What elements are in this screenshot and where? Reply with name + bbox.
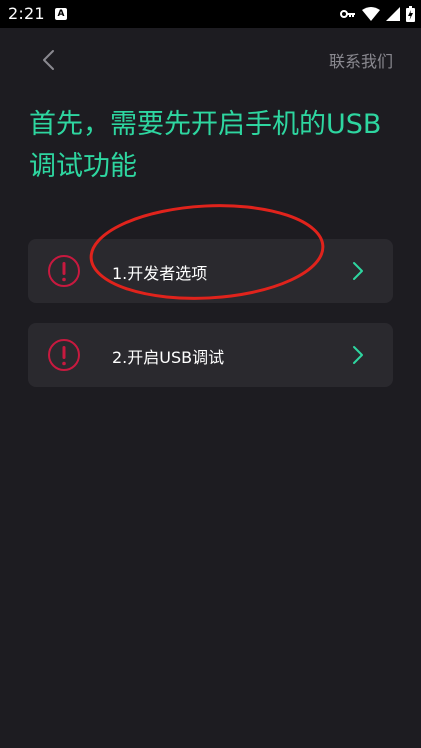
battery-icon	[406, 6, 415, 22]
back-button[interactable]	[34, 44, 64, 76]
step-developer-options[interactable]: 1.开发者选项	[28, 239, 393, 303]
key-icon	[340, 10, 355, 18]
alert-icon	[48, 339, 80, 371]
step-enable-usb-debugging[interactable]: 2.开启USB调试	[28, 323, 393, 387]
page-title: 首先，需要先开启手机的USB调试功能	[29, 109, 382, 182]
wifi-icon	[362, 7, 380, 21]
alert-icon	[48, 255, 80, 287]
chevron-right-icon	[353, 262, 363, 280]
chevron-right-icon	[353, 346, 363, 364]
step-label: 1.开发者选项	[112, 264, 208, 283]
status-bar: 2:21 A	[0, 0, 421, 28]
contact-us-link[interactable]: 联系我们	[329, 48, 393, 72]
status-time: 2:21	[8, 4, 45, 23]
chevron-left-icon	[43, 50, 54, 70]
signal-icon	[386, 7, 400, 21]
status-icons	[340, 5, 415, 23]
notification-badge-icon: A	[55, 8, 67, 20]
step-label: 2.开启USB调试	[112, 348, 225, 367]
